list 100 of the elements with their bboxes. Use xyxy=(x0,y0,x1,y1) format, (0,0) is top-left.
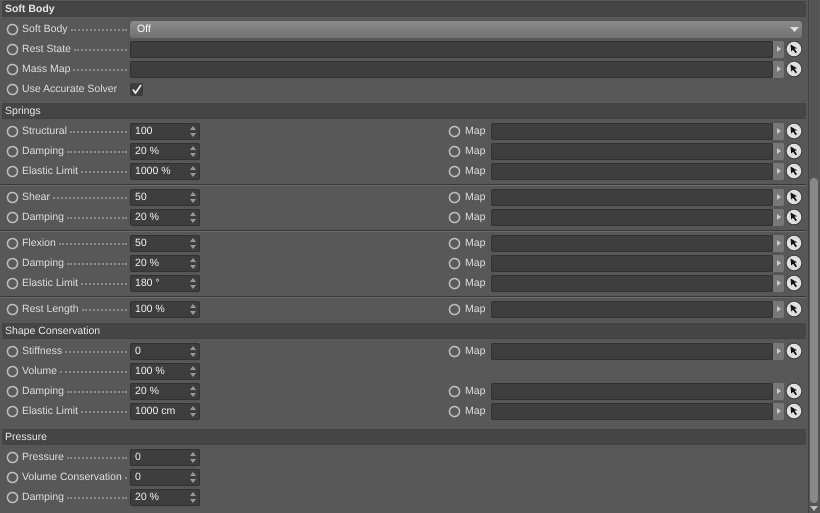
spinner-icon[interactable] xyxy=(190,146,196,156)
number-field[interactable]: 1000 % xyxy=(130,162,200,180)
keyframe-radio-icon[interactable] xyxy=(6,450,19,464)
spinner-icon[interactable] xyxy=(190,406,196,416)
number-field[interactable]: 0 xyxy=(130,448,200,466)
link-field[interactable] xyxy=(491,162,773,180)
link-field[interactable] xyxy=(491,300,773,318)
link-menu-button[interactable] xyxy=(773,162,784,180)
link-field[interactable] xyxy=(491,254,773,272)
keyframe-radio-icon[interactable] xyxy=(6,404,19,418)
spinner-icon[interactable] xyxy=(190,346,196,356)
link-menu-button[interactable] xyxy=(773,254,784,272)
link-menu-button[interactable] xyxy=(773,382,784,400)
field-label: Rest State xyxy=(22,43,72,55)
link-menu-button[interactable] xyxy=(773,60,784,78)
keyframe-radio-icon[interactable] xyxy=(6,124,19,138)
keyframe-radio-icon[interactable] xyxy=(6,210,19,224)
keyframe-radio-icon[interactable] xyxy=(448,256,461,270)
number-field[interactable]: 100 % xyxy=(130,300,200,318)
link-menu-button[interactable] xyxy=(773,122,784,140)
spinner-icon[interactable] xyxy=(190,166,196,176)
link-menu-button[interactable] xyxy=(773,342,784,360)
section-header: Soft Body xyxy=(2,1,806,17)
spinner-icon[interactable] xyxy=(190,366,196,376)
keyframe-radio-icon[interactable] xyxy=(448,124,461,138)
number-field[interactable]: 0 xyxy=(130,468,200,486)
link-field[interactable] xyxy=(491,208,773,226)
keyframe-radio-icon[interactable] xyxy=(6,490,19,504)
keyframe-radio-icon[interactable] xyxy=(6,470,19,484)
link-field[interactable] xyxy=(491,188,773,206)
scrollbar[interactable] xyxy=(808,0,819,513)
number-field[interactable]: 100 xyxy=(130,122,200,140)
scroll-down-icon[interactable] xyxy=(810,505,818,512)
link-field[interactable] xyxy=(491,382,773,400)
spinner-icon[interactable] xyxy=(190,472,196,482)
spinner-icon[interactable] xyxy=(190,258,196,268)
link-menu-button[interactable] xyxy=(773,234,784,252)
spinner-icon[interactable] xyxy=(190,192,196,202)
spinner-icon[interactable] xyxy=(190,238,196,248)
keyframe-radio-icon[interactable] xyxy=(448,210,461,224)
field-label: Pressure xyxy=(22,451,64,463)
keyframe-radio-icon[interactable] xyxy=(6,344,19,358)
link-field[interactable] xyxy=(491,274,773,292)
number-field[interactable]: 20 % xyxy=(130,254,200,272)
link-menu-button[interactable] xyxy=(773,142,784,160)
number-field[interactable]: 20 % xyxy=(130,208,200,226)
link-field[interactable] xyxy=(130,40,773,58)
number-field[interactable]: 20 % xyxy=(130,382,200,400)
keyframe-radio-icon[interactable] xyxy=(448,164,461,178)
number-field[interactable]: 50 xyxy=(130,234,200,252)
number-field[interactable]: 50 xyxy=(130,188,200,206)
link-field[interactable] xyxy=(491,142,773,160)
spinner-icon[interactable] xyxy=(190,126,196,136)
keyframe-radio-icon[interactable] xyxy=(6,42,19,56)
keyframe-radio-icon[interactable] xyxy=(6,164,19,178)
keyframe-radio-icon[interactable] xyxy=(448,302,461,316)
keyframe-radio-icon[interactable] xyxy=(448,190,461,204)
keyframe-radio-icon[interactable] xyxy=(6,256,19,270)
link-menu-button[interactable] xyxy=(773,208,784,226)
number-field[interactable]: 1000 cm xyxy=(130,402,200,420)
keyframe-radio-icon[interactable] xyxy=(6,364,19,378)
spinner-icon[interactable] xyxy=(190,452,196,462)
link-menu-button[interactable] xyxy=(773,402,784,420)
link-field[interactable] xyxy=(491,234,773,252)
number-field[interactable]: 20 % xyxy=(130,488,200,506)
link-menu-button[interactable] xyxy=(773,40,784,58)
link-field[interactable] xyxy=(491,402,773,420)
keyframe-radio-icon[interactable] xyxy=(448,384,461,398)
keyframe-radio-icon[interactable] xyxy=(6,82,19,96)
spinner-icon[interactable] xyxy=(190,492,196,502)
link-menu-button[interactable] xyxy=(773,274,784,292)
keyframe-radio-icon[interactable] xyxy=(448,276,461,290)
keyframe-radio-icon[interactable] xyxy=(448,236,461,250)
dropdown[interactable]: Off xyxy=(130,20,802,38)
spinner-icon[interactable] xyxy=(190,278,196,288)
keyframe-radio-icon[interactable] xyxy=(6,22,19,36)
field-label: Damping xyxy=(22,257,64,269)
keyframe-radio-icon[interactable] xyxy=(6,62,19,76)
number-field[interactable]: 0 xyxy=(130,342,200,360)
number-field[interactable]: 20 % xyxy=(130,142,200,160)
keyframe-radio-icon[interactable] xyxy=(6,384,19,398)
number-field[interactable]: 100 % xyxy=(130,362,200,380)
keyframe-radio-icon[interactable] xyxy=(6,302,19,316)
spinner-icon[interactable] xyxy=(190,304,196,314)
keyframe-radio-icon[interactable] xyxy=(6,276,19,290)
keyframe-radio-icon[interactable] xyxy=(6,144,19,158)
spinner-icon[interactable] xyxy=(190,212,196,222)
keyframe-radio-icon[interactable] xyxy=(448,404,461,418)
number-field[interactable]: 180 ° xyxy=(130,274,200,292)
link-field[interactable] xyxy=(130,60,773,78)
checkbox[interactable] xyxy=(130,82,143,96)
keyframe-radio-icon[interactable] xyxy=(6,190,19,204)
link-menu-button[interactable] xyxy=(773,300,784,318)
link-menu-button[interactable] xyxy=(773,188,784,206)
link-field[interactable] xyxy=(491,122,773,140)
keyframe-radio-icon[interactable] xyxy=(448,144,461,158)
keyframe-radio-icon[interactable] xyxy=(6,236,19,250)
keyframe-radio-icon[interactable] xyxy=(448,344,461,358)
link-field[interactable] xyxy=(491,342,773,360)
spinner-icon[interactable] xyxy=(190,386,196,396)
